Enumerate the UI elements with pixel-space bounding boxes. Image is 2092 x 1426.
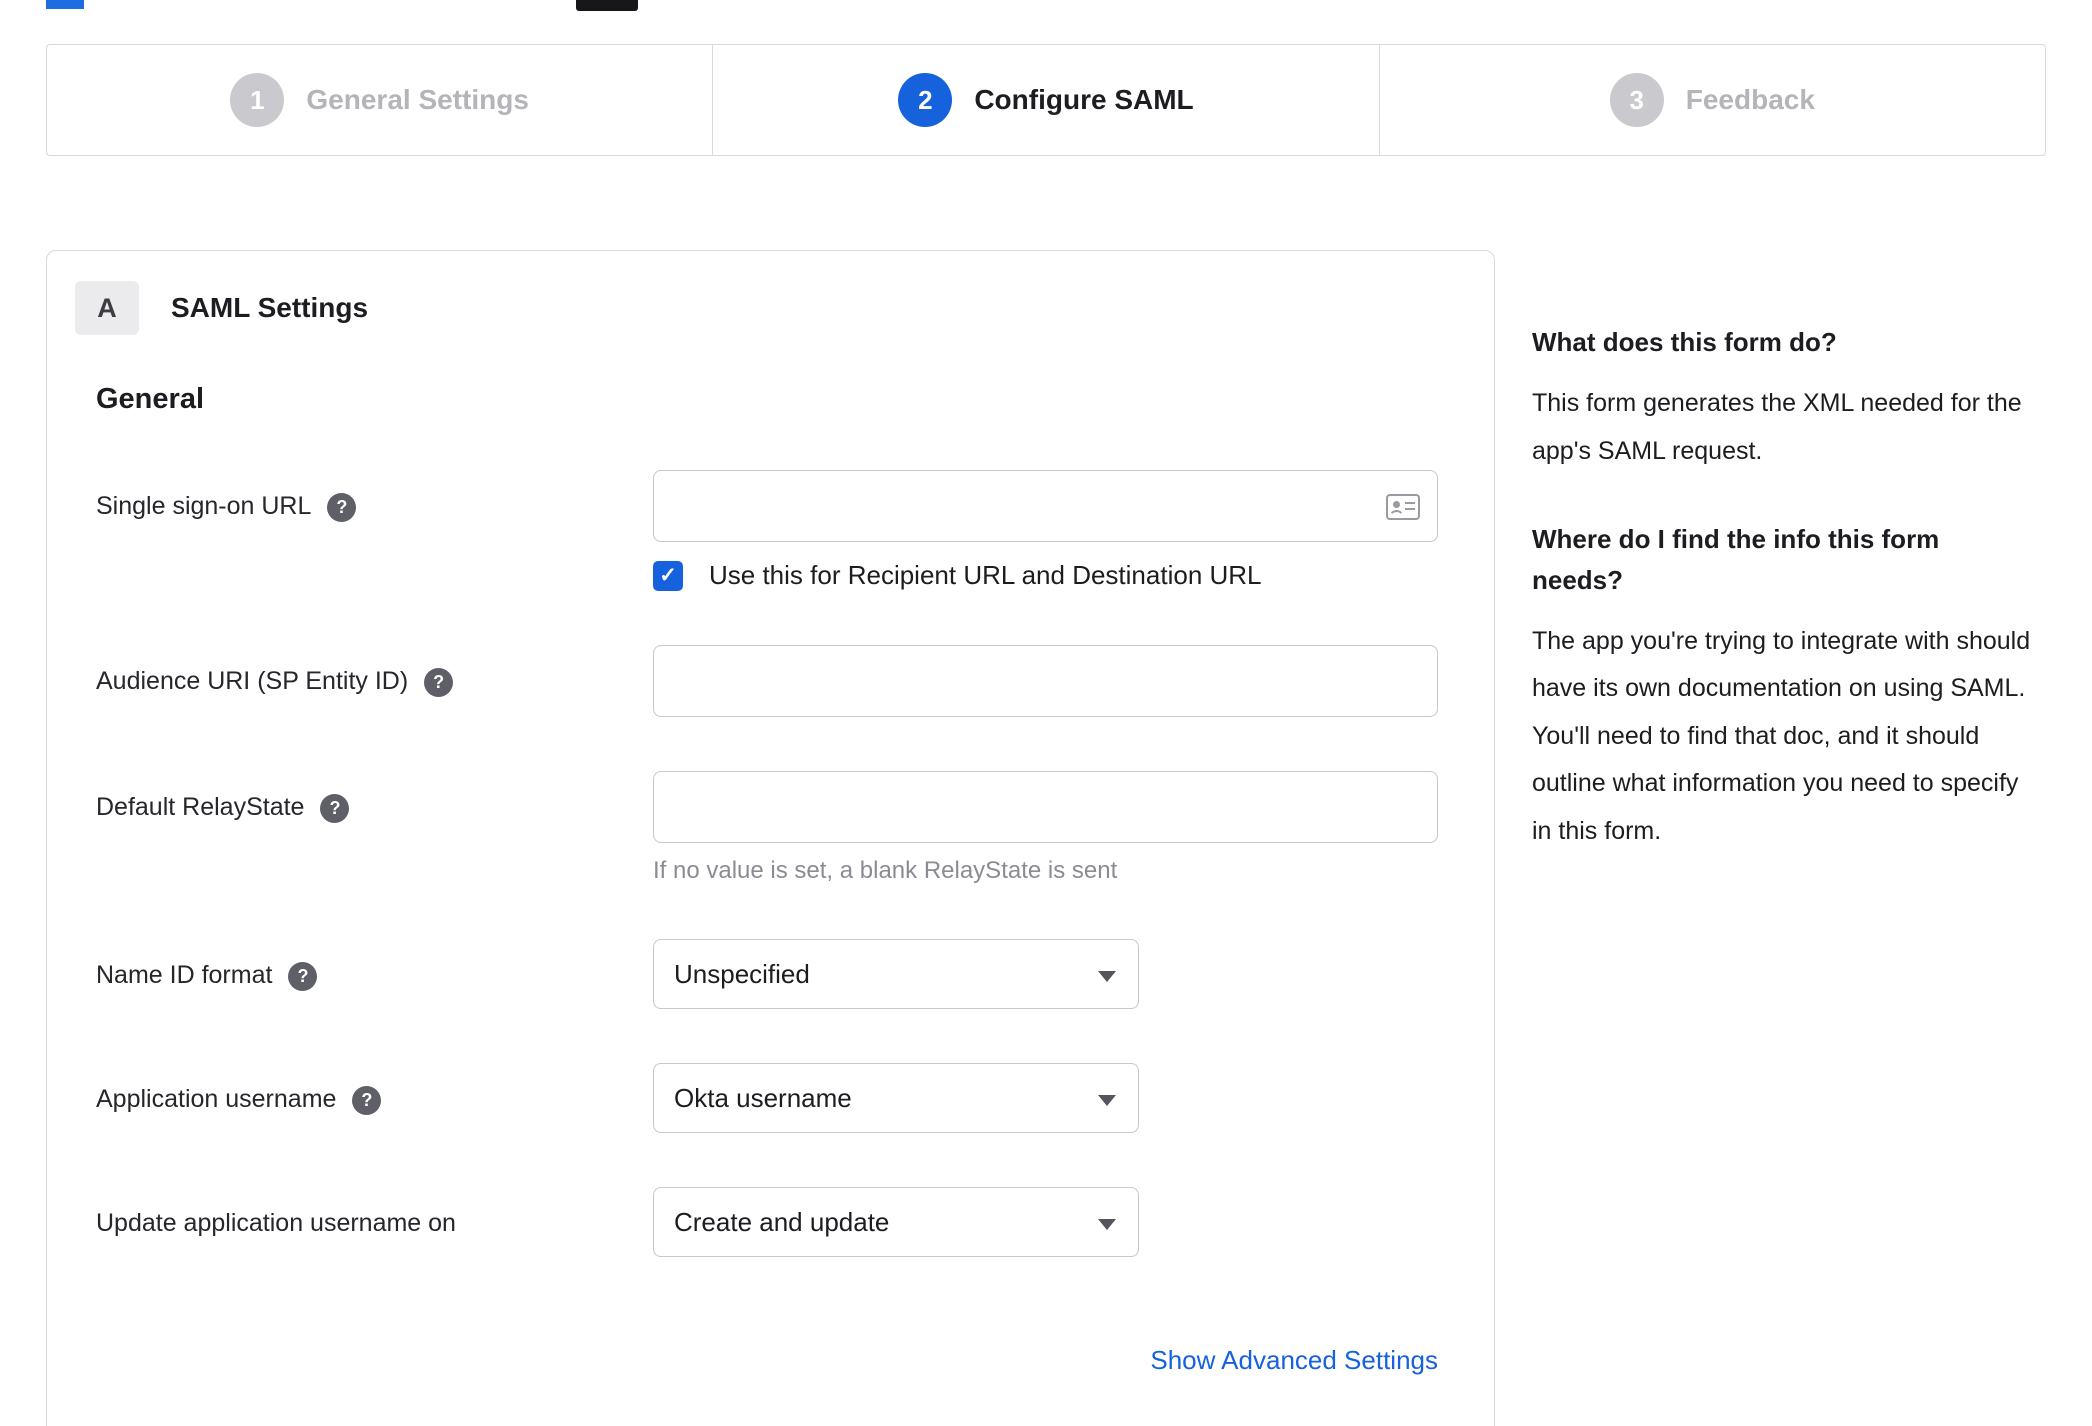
audience-uri-content (653, 645, 1494, 717)
step-configure-saml[interactable]: 2 Configure SAML (712, 45, 1378, 155)
help-sidebar: What does this form do? This form genera… (1532, 322, 2037, 899)
step-label: Configure SAML (974, 84, 1194, 115)
wizard-stepper: 1 General Settings 2 Configure SAML 3 Fe… (46, 44, 2046, 156)
show-advanced-settings-link[interactable]: Show Advanced Settings (1150, 1345, 1438, 1375)
step-number-badge: 1 (230, 73, 285, 127)
step-number-badge: 3 (1609, 73, 1664, 127)
name-id-format-label: Name ID format (96, 961, 273, 989)
relay-state-label: Default RelayState (96, 793, 305, 821)
update-username-row: Update application username on Create an… (96, 1187, 1494, 1257)
application-username-row: Application username ? Okta username (96, 1063, 1494, 1133)
update-username-label: Update application username on (96, 1209, 456, 1237)
help-icon[interactable]: ? (288, 962, 318, 991)
help-icon[interactable]: ? (320, 794, 350, 823)
contact-card-icon (1386, 494, 1420, 520)
help-icon[interactable]: ? (424, 668, 454, 697)
clipped-header-link-artifact (46, 0, 84, 9)
panel-header: A SAML Settings (75, 281, 1494, 335)
section-a-badge: A (75, 281, 139, 335)
step-label: Feedback (1685, 84, 1815, 115)
sidebar-heading-where: Where do I find the info this form needs… (1532, 524, 1940, 595)
sidebar-heading-what: What does this form do? (1532, 327, 1837, 357)
application-username-select[interactable]: Okta username (653, 1063, 1139, 1133)
relay-state-row: Default RelayState ? If no value is set,… (96, 771, 1494, 885)
help-icon[interactable]: ? (327, 493, 357, 522)
advanced-settings-link-row: Show Advanced Settings (96, 1345, 1438, 1376)
configure-saml-page: 1 General Settings 2 Configure SAML 3 Fe… (0, 0, 2092, 1426)
step-general-settings[interactable]: 1 General Settings (47, 45, 712, 155)
step-number-badge: 2 (898, 73, 953, 127)
name-id-format-select[interactable]: Unspecified (653, 939, 1139, 1009)
application-username-label-wrap: Application username ? (96, 1063, 653, 1133)
sso-url-label-wrap: Single sign-on URL ? (96, 470, 653, 591)
caret-down-icon (1098, 1095, 1116, 1106)
step-feedback[interactable]: 3 Feedback (1378, 45, 2045, 155)
audience-uri-input[interactable] (653, 645, 1438, 717)
audience-uri-label-wrap: Audience URI (SP Entity ID) ? (96, 645, 653, 717)
update-username-select[interactable]: Create and update (653, 1187, 1139, 1257)
name-id-format-label-wrap: Name ID format ? (96, 939, 653, 1009)
sso-url-input[interactable] (653, 470, 1438, 542)
step-label: General Settings (306, 84, 529, 115)
general-section-heading: General (96, 383, 204, 415)
sidebar-body-what: This form generates the XML needed for t… (1532, 389, 2022, 465)
sso-url-label: Single sign-on URL (96, 492, 312, 520)
sso-url-row: Single sign-on URL ? ✓ Use this for Reci… (96, 470, 1494, 591)
relay-state-input[interactable] (653, 771, 1438, 843)
name-id-format-value: Unspecified (674, 958, 810, 989)
caret-down-icon (1098, 1219, 1116, 1230)
saml-settings-panel: A SAML Settings General Single sign-on U… (46, 250, 1495, 1426)
application-username-label: Application username (96, 1085, 337, 1113)
update-username-value: Create and update (674, 1206, 890, 1237)
audience-uri-row: Audience URI (SP Entity ID) ? (96, 645, 1494, 717)
recipient-url-checkbox-row: ✓ Use this for Recipient URL and Destina… (653, 560, 1494, 591)
panel-title: SAML Settings (171, 292, 369, 323)
application-username-content: Okta username (653, 1063, 1494, 1133)
name-id-format-content: Unspecified (653, 939, 1494, 1009)
clipped-app-title-artifact (576, 0, 638, 11)
audience-uri-label: Audience URI (SP Entity ID) (96, 667, 409, 695)
sso-url-content: ✓ Use this for Recipient URL and Destina… (653, 470, 1494, 591)
update-username-label-wrap: Update application username on (96, 1187, 653, 1257)
name-id-format-row: Name ID format ? Unspecified (96, 939, 1494, 1009)
recipient-url-checkbox-label: Use this for Recipient URL and Destinati… (709, 560, 1262, 590)
relay-state-hint: If no value is set, a blank RelayState i… (653, 857, 1118, 884)
help-icon[interactable]: ? (352, 1086, 382, 1115)
relay-state-content: If no value is set, a blank RelayState i… (653, 771, 1494, 885)
sidebar-body-where: The app you're trying to integrate with … (1532, 626, 2031, 845)
relay-state-label-wrap: Default RelayState ? (96, 771, 653, 885)
recipient-url-checkbox[interactable]: ✓ (653, 560, 683, 591)
update-username-content: Create and update (653, 1187, 1494, 1257)
application-username-value: Okta username (674, 1082, 852, 1113)
caret-down-icon (1098, 971, 1116, 982)
saml-form: Single sign-on URL ? ✓ Use this for Reci… (96, 470, 1494, 1376)
